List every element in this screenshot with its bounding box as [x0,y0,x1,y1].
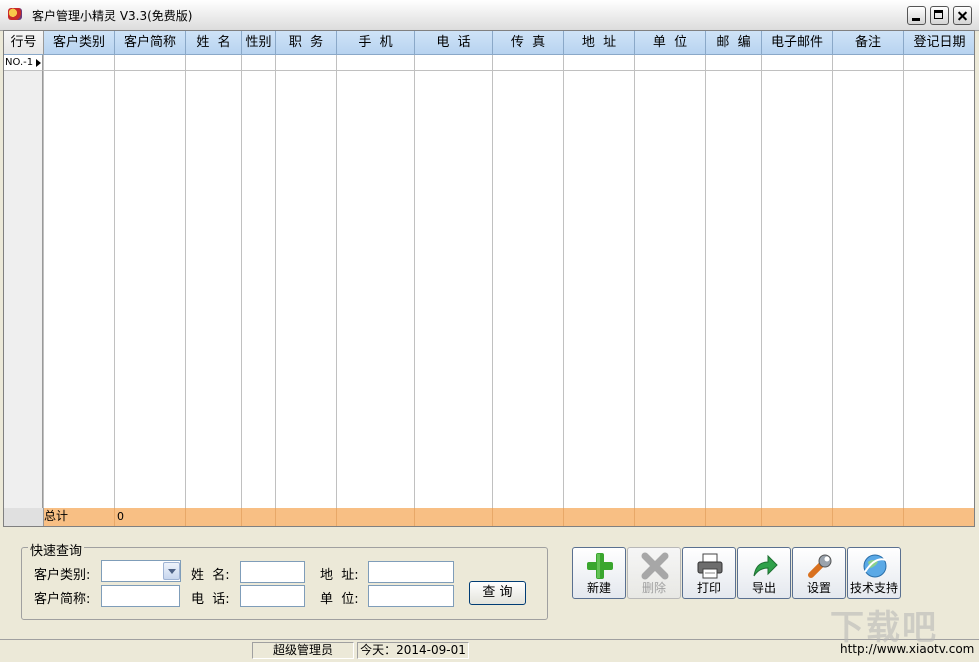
company-label: 单 位: [320,592,359,607]
row-header-column [4,55,43,508]
category-label: 客户类别: [34,568,91,583]
maximize-button[interactable] [930,6,949,25]
column-header-address[interactable]: 地 址 [564,31,635,55]
grid-column [635,55,706,508]
phone-input[interactable] [240,585,305,607]
address-input[interactable] [368,561,454,583]
globe-icon [863,554,887,578]
close-button[interactable] [953,6,972,25]
export-button[interactable]: 导出 [737,547,791,599]
column-header-fax[interactable]: 传 真 [493,31,564,55]
column-header-mobile[interactable]: 手 机 [337,31,415,55]
settings-button[interactable]: 设置 [792,547,846,599]
total-cell [276,508,337,526]
total-cell [493,508,564,526]
customer-grid[interactable]: 行号 客户类别 客户简称姓 名性别职 务手 机电 话传 真地 址单 位邮 编电子邮件… [3,30,975,527]
query-button[interactable]: 查 询 [469,581,526,605]
grid-column-lines [4,55,974,508]
quick-search-legend: 快速查询 [28,540,85,559]
grid-column [493,55,564,508]
print-button-label: 打印 [696,581,721,595]
current-row-arrow-icon [36,59,41,67]
grid-column [337,55,415,508]
column-header-category[interactable]: 客户类别 [44,31,115,55]
name-label: 姓 名: [191,568,230,583]
export-button-label: 导出 [751,581,776,595]
watermark: 下载吧 [830,608,938,648]
column-header-row[interactable]: 行号 [4,31,44,55]
chevron-down-icon[interactable] [163,562,180,580]
new-button-label: 新建 [586,581,611,595]
column-header-name[interactable]: 姓 名 [186,31,242,55]
table-row[interactable] [4,55,974,71]
total-cell [186,508,242,526]
grid-column [833,55,904,508]
total-cell [635,508,706,526]
support-button[interactable]: 技术支持 [847,547,901,599]
total-cell [242,508,276,526]
status-date: 今天：2014-09-01 [357,642,469,659]
window-title: 客户管理小精灵 V3.3(免费版) [32,9,193,23]
total-cell [833,508,904,526]
delete-button[interactable]: 删除 [627,547,681,599]
column-header-phone[interactable]: 电 话 [415,31,493,55]
new-button[interactable]: 新建 [572,547,626,599]
grid-column [706,55,762,508]
grid-column [242,55,276,508]
total-cell [415,508,493,526]
delete-button-label: 删除 [641,581,666,595]
grid-column [276,55,337,508]
total-cell [337,508,415,526]
column-header-zip[interactable]: 邮 编 [706,31,762,55]
status-user: 超级管理员 [252,642,354,659]
column-header-company[interactable]: 单 位 [635,31,706,55]
grid-column [762,55,833,508]
total-label: 总计 [44,508,115,526]
printer-icon [697,553,723,579]
grid-column [186,55,242,508]
grid-column [564,55,635,508]
total-cell [706,508,762,526]
company-input[interactable] [368,585,454,607]
delete-x-icon [641,552,669,580]
total-cell [564,508,635,526]
grid-column [904,55,974,508]
column-header-short_name[interactable]: 客户简称 [115,31,186,55]
phone-label: 电 话: [191,592,230,607]
total-row: 总计 0 [4,508,974,526]
column-header-remark[interactable]: 备注 [833,31,904,55]
grid-column [415,55,493,508]
total-cell [4,508,44,526]
column-header-email[interactable]: 电子邮件 [762,31,833,55]
name-input[interactable] [240,561,305,583]
total-cell [762,508,833,526]
title-bar: 客户管理小精灵 V3.3(免费版) [0,0,979,31]
wrench-icon [808,554,832,578]
column-header-reg_date[interactable]: 登记日期 [904,31,974,55]
app-icon [8,8,22,20]
support-button-label: 技术支持 [849,581,898,595]
column-header-title[interactable]: 职 务 [276,31,337,55]
settings-button-label: 设置 [806,581,831,595]
plus-icon [587,553,613,579]
print-button[interactable]: 打印 [682,547,736,599]
total-cell [904,508,974,526]
short-name-input[interactable] [101,585,180,607]
grid-header: 行号 客户类别 客户简称姓 名性别职 务手 机电 话传 真地 址单 位邮 编电子邮件… [4,31,974,55]
total-count: 0 [115,508,186,526]
column-header-gender[interactable]: 性别 [242,31,276,55]
grid-column [44,55,115,508]
short-name-label: 客户简称: [34,592,91,607]
minimize-button[interactable] [907,6,926,25]
export-arrow-icon [753,554,778,577]
address-label: 地 址: [320,568,359,583]
grid-column [115,55,186,508]
